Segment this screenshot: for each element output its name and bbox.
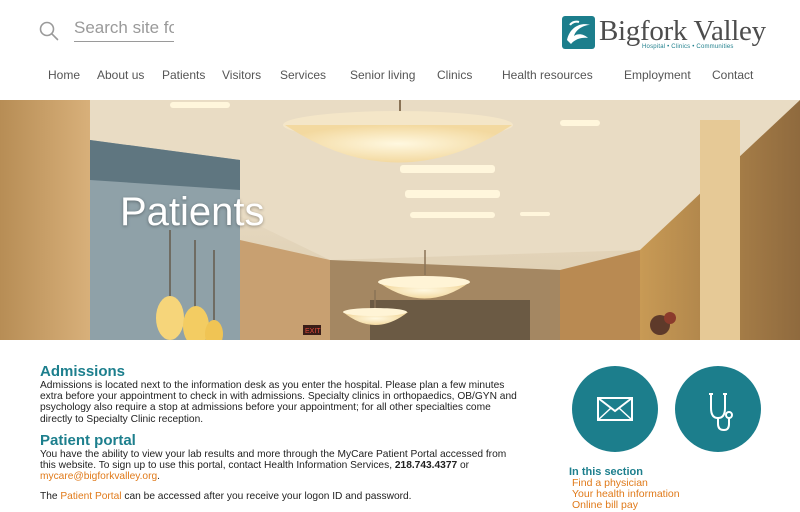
portal-line-text: The <box>40 491 61 503</box>
portal-line-text: or <box>457 460 470 472</box>
portal-line-text: . <box>157 471 161 483</box>
side-links: Find a physician Your health information… <box>569 478 769 511</box>
email-link[interactable]: mycare@bigforkvalley.org <box>40 471 157 482</box>
admissions-text: Admissions is located next to the inform… <box>40 380 540 425</box>
in-this-section: In this section Find a physician Your he… <box>569 466 769 511</box>
hero-banner: EXIT Patients <box>0 100 800 340</box>
portal-line: mycare@bigforkvalley.org. <box>40 471 540 482</box>
patient-portal-heading: Patient portal <box>40 431 136 449</box>
nav-home[interactable]: Home <box>48 66 80 84</box>
stethoscope-icon <box>709 393 733 432</box>
admissions-heading: Admissions <box>40 363 126 380</box>
admissions-line: Admissions is located next to the inform… <box>40 380 505 391</box>
nav-contact[interactable]: Contact <box>712 66 753 84</box>
portal-text: You have the ability to view your lab re… <box>40 449 540 503</box>
main-content: Admissions Admissions is located next to… <box>40 364 540 503</box>
portal-line-text: can be accessed after you receive your l… <box>121 491 412 503</box>
envelope-icon <box>597 397 633 421</box>
admissions-line: directly to Specialty Clinic reception. <box>40 413 204 425</box>
search-icon[interactable] <box>38 20 60 42</box>
find-physician-button[interactable] <box>675 366 761 452</box>
admissions-line: psychology also require a stop at admiss… <box>40 402 491 414</box>
nav-patients[interactable]: Patients <box>162 66 205 84</box>
nav-clinics[interactable]: Clinics <box>437 66 472 84</box>
search-input[interactable] <box>74 14 174 42</box>
nav-visitors[interactable]: Visitors <box>222 66 261 84</box>
portal-line: You have the ability to view your lab re… <box>40 448 507 460</box>
nav-about-us[interactable]: About us <box>97 66 144 84</box>
portal-line: The Patient Portal can be accessed after… <box>40 491 540 502</box>
logo-mark-icon <box>562 16 595 49</box>
logo[interactable]: Bigfork Valley Hospital • Clinics • Comm… <box>562 15 766 56</box>
nav-employment[interactable]: Employment <box>624 66 691 84</box>
admissions-line: extra before your appointment to check i… <box>40 391 517 403</box>
logo-tagline: Hospital • Clinics • Communities <box>642 44 734 50</box>
page-title: Patients <box>120 190 265 234</box>
patient-portal-link[interactable]: Patient Portal <box>60 491 121 502</box>
nav-senior-living[interactable]: Senior living <box>350 66 415 84</box>
portal-line: this website. To sign up to use this por… <box>40 460 540 471</box>
side-link-online-bill-pay[interactable]: Online bill pay <box>569 500 769 511</box>
contact-email-button[interactable] <box>572 366 658 452</box>
svg-text:EXIT: EXIT <box>305 328 321 335</box>
phone-number: 218.743.4377 <box>394 460 458 472</box>
portal-line-text: this website. To sign up to use this por… <box>40 460 395 472</box>
nav-health-resources[interactable]: Health resources <box>502 66 593 84</box>
nav-services[interactable]: Services <box>280 66 326 84</box>
main-nav: Home About us Patients Visitors Services… <box>0 66 800 86</box>
